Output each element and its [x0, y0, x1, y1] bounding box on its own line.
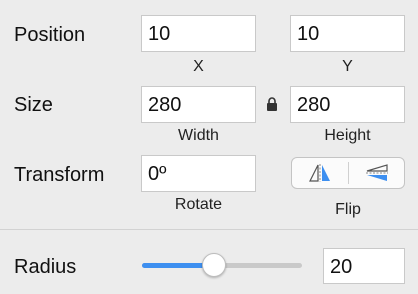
rotate-caption: Rotate [174, 196, 223, 213]
height-caption: Height [324, 127, 371, 144]
size-label: Size [14, 94, 53, 116]
flip-control [291, 157, 405, 189]
flip-vertical-button[interactable] [349, 158, 404, 188]
position-label: Position [14, 24, 86, 46]
radius-field[interactable]: 20 [323, 248, 405, 284]
position-x-field[interactable]: 10 [141, 15, 256, 52]
inspector-panel: Position 10 10 X Y Size 280 280 Width He… [0, 0, 418, 294]
radius-label: Radius [14, 256, 77, 278]
radius-slider-knob[interactable] [202, 253, 226, 277]
width-field[interactable]: 280 [141, 86, 256, 123]
section-divider [0, 229, 418, 230]
rotate-field[interactable]: 0º [141, 155, 256, 192]
position-y-caption: Y [342, 58, 353, 75]
position-y-field[interactable]: 10 [290, 15, 405, 52]
lock-icon[interactable] [266, 97, 278, 111]
height-field[interactable]: 280 [290, 86, 405, 123]
flip-horizontal-icon [309, 164, 330, 182]
flip-caption: Flip [335, 201, 361, 218]
flip-horizontal-button[interactable] [292, 158, 348, 188]
position-x-caption: X [193, 58, 204, 75]
transform-label: Transform [14, 164, 105, 186]
flip-vertical-icon [366, 164, 388, 181]
width-caption: Width [178, 127, 219, 144]
